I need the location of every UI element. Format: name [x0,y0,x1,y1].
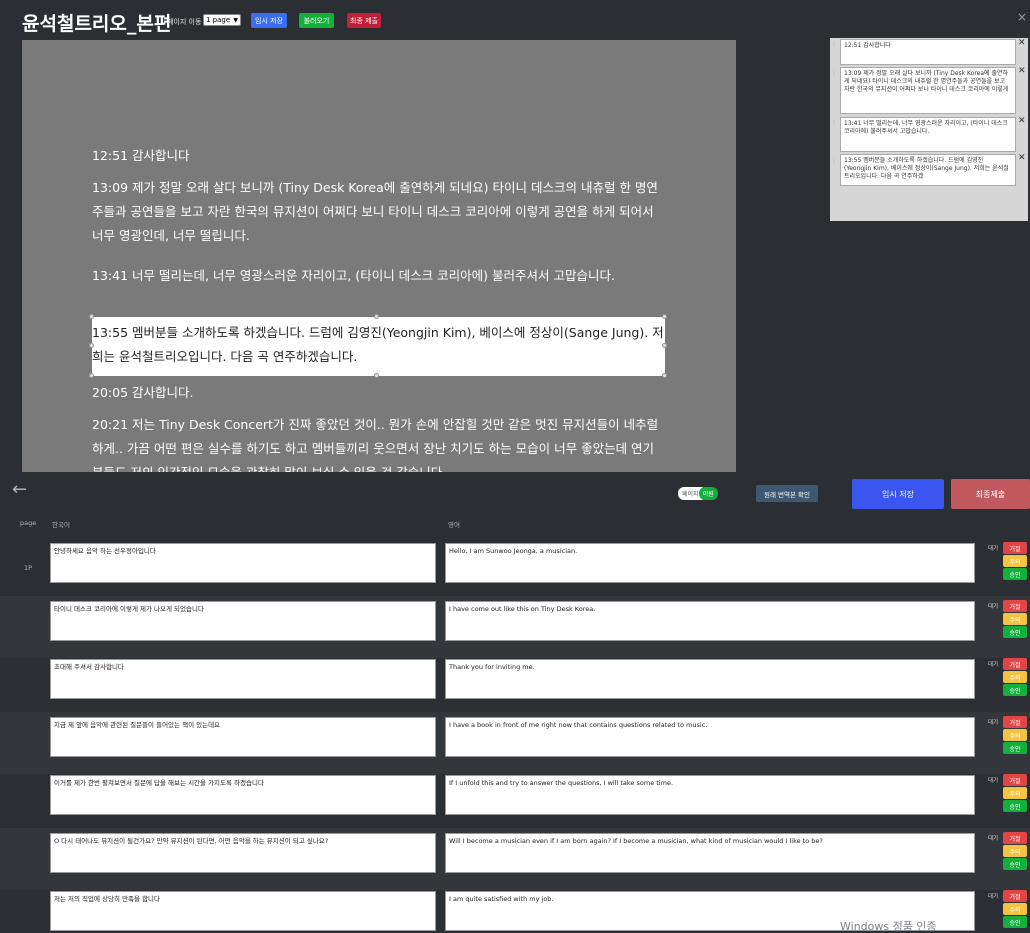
resize-handle[interactable] [374,373,379,378]
table-row: O 다시 태어나도 뮤지션이 될건가요? 만약 뮤지션이 된다면, 어떤 음악을… [0,828,1030,890]
table-row: 이거를 제가 한번 펼쳐보면서 질문에 답을 해보는 시간을 가지도록 하겠습니… [0,770,1030,832]
table-row: 초대해 주셔서 감사합니다 Thank you for inviting me.… [0,654,1030,716]
drag-handle[interactable]: ⋮ [831,41,838,61]
approve-button[interactable]: 승인 [1003,684,1027,696]
status-label: 대기 [988,546,999,552]
doc-paragraph[interactable]: 20:05 감사합니다. [92,381,664,405]
col-header-korean: 한국어 [52,521,70,529]
editor-toolbar: 윤석철트리오_본편 페이지 이동 1 page ▼ 임시 저장 불러오기 최종 … [0,0,1030,38]
status-label: 대기 [988,720,999,726]
caution-button[interactable]: 주의 [1003,903,1027,915]
caution-button[interactable]: 주의 [1003,729,1027,741]
caution-button[interactable]: 주의 [1003,671,1027,683]
close-icon[interactable]: ✕ [1018,66,1026,76]
temp-save-button[interactable]: 임시 저장 [852,479,944,509]
final-submit-button[interactable]: 최종제출 [951,479,1030,509]
drag-handle[interactable]: ⋮ [831,157,838,177]
doc-paragraph[interactable]: 13:41 너무 떨리는데, 너무 영광스러운 자리이고, (타이니 데스크 코… [92,264,664,288]
approve-button[interactable]: 승인 [1003,916,1027,928]
resize-handle[interactable] [662,314,667,319]
resize-handle[interactable] [89,314,94,319]
reject-button[interactable]: 거절 [1003,542,1027,554]
resize-handle[interactable] [89,373,94,378]
final-submit-button[interactable]: 최종 제출 [347,13,381,28]
page-select-value: 1 page [206,16,231,24]
close-icon[interactable]: ✕ [1018,116,1026,126]
reject-button[interactable]: 거절 [1003,658,1027,670]
resize-handle[interactable] [662,343,667,348]
doc-paragraph[interactable]: 12:51 감사합니다 [92,144,664,168]
english-textarea[interactable]: Thank you for inviting me. [445,659,975,699]
load-button[interactable]: 불러오기 [299,13,334,28]
doc-paragraph[interactable]: 20:21 저는 Tiny Desk Concert가 진짜 좋았던 것이.. … [92,413,664,472]
korean-textarea[interactable]: 이거를 제가 한번 펼쳐보면서 질문에 답을 해보는 시간을 가지도록 하겠습니… [50,775,436,815]
close-icon[interactable]: ✕ [1018,153,1026,163]
english-textarea[interactable]: I have a book in front of me right now t… [445,717,975,757]
caution-button[interactable]: 주의 [1003,787,1027,799]
status-label: 대기 [988,778,999,784]
reject-button[interactable]: 거절 [1003,832,1027,844]
english-textarea[interactable]: If I unfold this and try to answer the q… [445,775,975,815]
page-move-label: 페이지 이동 [167,18,202,26]
caution-button[interactable]: 주의 [1003,845,1027,857]
reject-button[interactable]: 거절 [1003,600,1027,612]
reject-button[interactable]: 거절 [1003,890,1027,902]
doc-paragraph[interactable]: 13:55 멤버분들 소개하도록 하겠습니다. 드럼에 김영진(Yeongjin… [92,317,664,369]
approve-button[interactable]: 승인 [1003,858,1027,870]
table-row: 타이니 데스크 코리아에 이렇게 제가 나오게 되었습니다 I have com… [0,596,1030,658]
korean-textarea[interactable]: 저는 저의 직업에 상당히 만족을 합니다 [50,891,436,931]
english-textarea[interactable]: I have come out like this on Tiny Desk K… [445,601,975,641]
chevron-down-icon: ▼ [233,16,238,24]
paragraph-note[interactable]: 13:09 제가 정말 오래 살다 보니까 (Tiny Desk Korea에 … [840,67,1016,114]
temp-save-button[interactable]: 임시 저장 [251,13,287,28]
page-number: 1P [24,564,33,572]
korean-textarea[interactable]: 안녕하세요 음악 하는 선우정아입니다 [50,543,436,583]
korean-textarea[interactable]: 타이니 데스크 코리아에 이렇게 제가 나오게 되었습니다 [50,601,436,641]
doc-paragraph[interactable]: 13:09 제가 정말 오래 살다 보니까 (Tiny Desk Korea에 … [92,176,664,248]
english-textarea[interactable]: Hello, I am Sunwoo Jeonga, a musician. [445,543,975,583]
status-label: 대기 [988,604,999,610]
drag-handle[interactable]: ⋮ [831,119,838,139]
korean-textarea[interactable]: 초대해 주셔서 감사합니다 [50,659,436,699]
reject-button[interactable]: 거절 [1003,716,1027,728]
paragraph-note[interactable]: 13:55 멤버분들 소개하도록 하겠습니다. 드럼에 김영진 (Yeongji… [840,154,1016,186]
table-row: 1P 안녕하세요 음악 하는 선우정아입니다 Hello, I am Sunwo… [0,538,1030,600]
page-select[interactable]: 1 page ▼ [203,14,241,26]
toggle-en-label: 이원 [698,486,718,500]
korean-textarea[interactable]: 지금 제 앞에 음악에 관련된 질문들이 들어있는 책이 있는데요 [50,717,436,757]
windows-activation-watermark: Windows 정품 인증 [840,920,937,933]
resize-handle[interactable] [89,343,94,348]
selected-paragraph[interactable]: 13:55 멤버분들 소개하도록 하겠습니다. 드럼에 김영진(Yeongjin… [92,317,665,376]
approve-button[interactable]: 승인 [1003,742,1027,754]
english-textarea[interactable]: Will I become a musician even if I am bo… [445,833,975,873]
caution-button[interactable]: 주의 [1003,613,1027,625]
paragraph-note[interactable]: 12:51 감사합니다 [840,39,1016,65]
project-title: 윤석철트리오_본편 [22,13,172,35]
approve-button[interactable]: 승인 [1003,800,1027,812]
status-label: 대기 [988,836,999,842]
close-icon[interactable]: × [1017,10,1027,24]
status-label: 대기 [988,894,999,900]
document-canvas[interactable]: 12:51 감사합니다 13:09 제가 정말 오래 살다 보니까 (Tiny … [22,40,736,472]
back-arrow-icon[interactable]: ← [12,479,27,500]
paragraph-note[interactable]: 13:41 너무 떨리는데, 너무 영광스러운 자리이고, (타이니 데스크 코… [840,117,1016,152]
status-label: 대기 [988,662,999,668]
resize-handle[interactable] [374,314,379,319]
editor-panel: 윤석철트리오_본편 페이지 이동 1 page ▼ 임시 저장 불러오기 최종 … [0,0,1030,475]
col-header-english: 영어 [448,521,460,529]
approve-button[interactable]: 승인 [1003,568,1027,580]
caution-button[interactable]: 주의 [1003,555,1027,567]
drag-handle[interactable]: ⋮ [831,69,838,89]
table-row: 지금 제 앞에 음악에 관련된 질문들이 들어있는 책이 있는데요 I have… [0,712,1030,774]
reject-button[interactable]: 거절 [1003,774,1027,786]
paragraph-list: ⋮ 12:51 감사합니다 ✕ ⋮ 13:09 제가 정말 오래 살다 보니까 … [830,38,1028,221]
view-original-button[interactable]: 원래 번역본 확인 [756,485,818,502]
col-header-page: page [20,519,37,527]
resize-handle[interactable] [662,373,667,378]
translation-panel: ← 페이지 이원 원래 번역본 확인 임시 저장 최종제출 page 한국어 영… [0,475,1030,933]
approve-button[interactable]: 승인 [1003,626,1027,638]
close-icon[interactable]: ✕ [1018,38,1026,48]
korean-textarea[interactable]: O 다시 태어나도 뮤지션이 될건가요? 만약 뮤지션이 된다면, 어떤 음악을… [50,833,436,873]
language-toggle[interactable]: 페이지 이원 [678,486,718,500]
